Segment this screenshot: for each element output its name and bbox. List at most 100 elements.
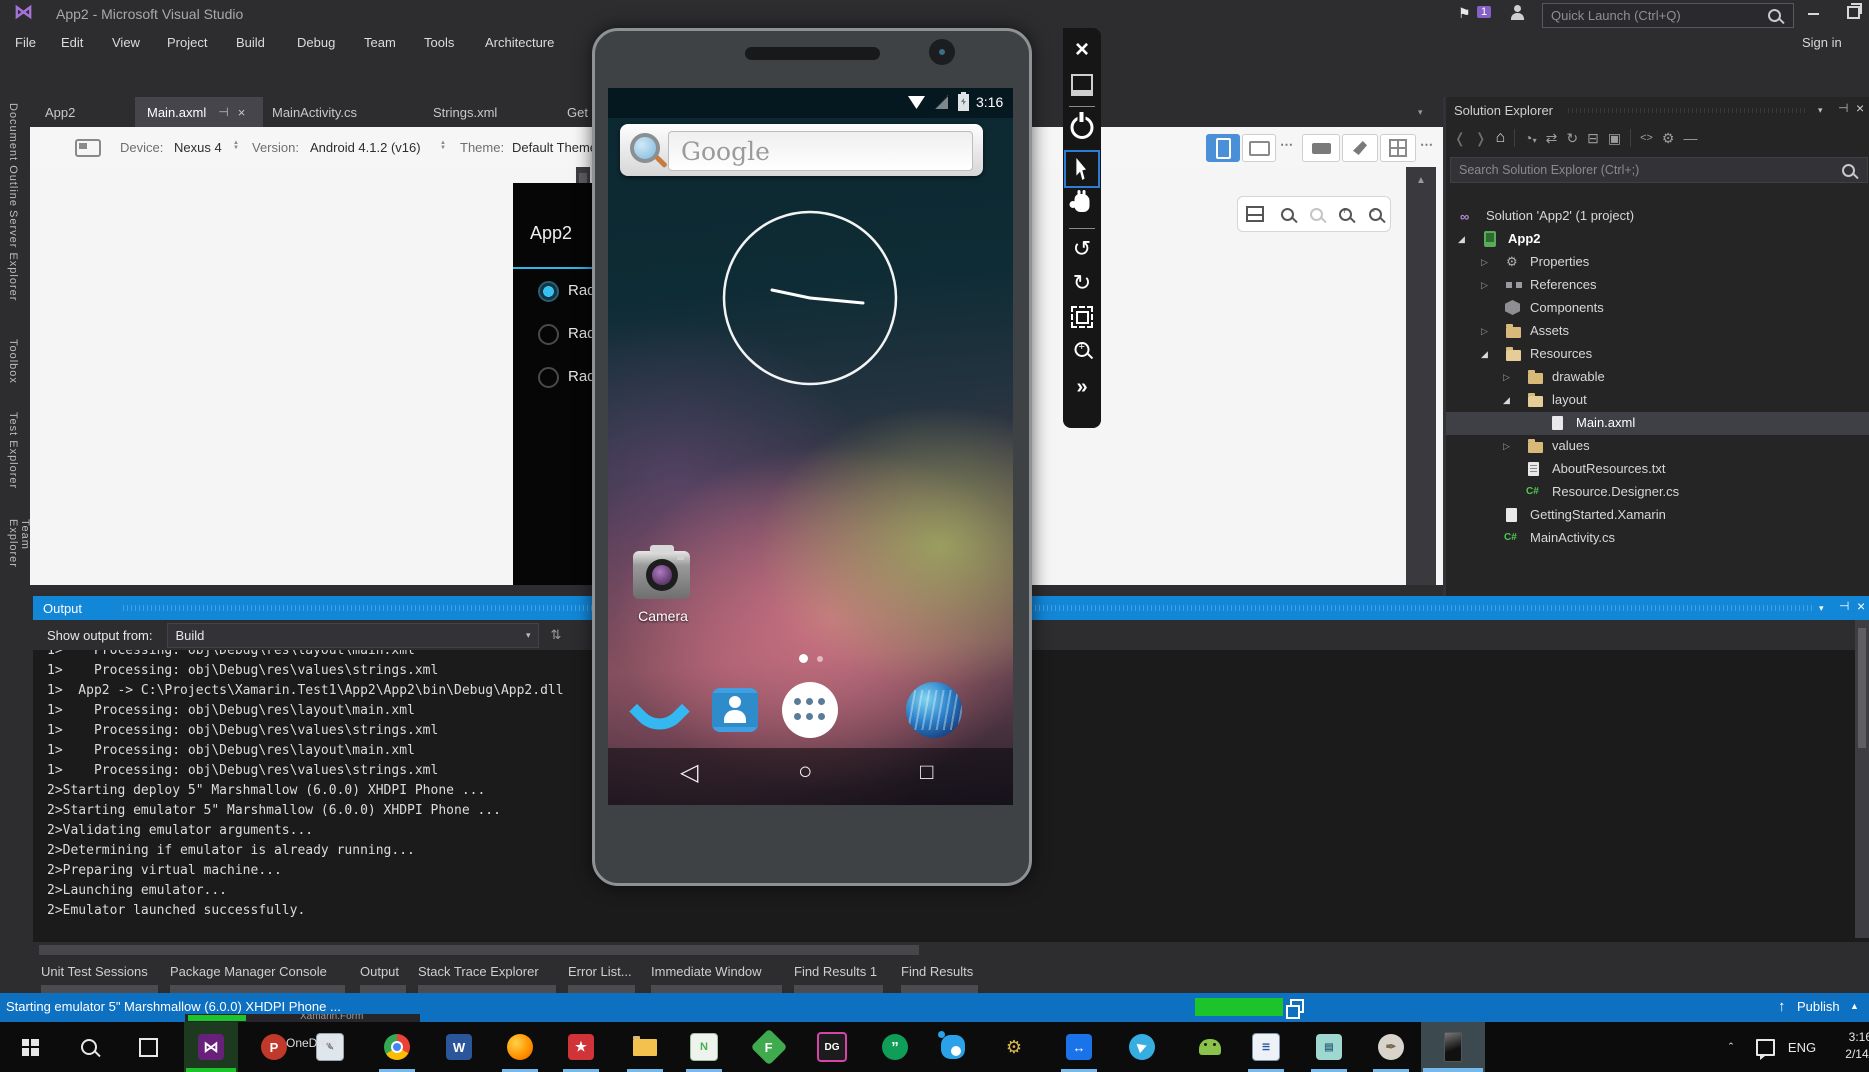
se-close-icon[interactable]: ×: [1856, 100, 1864, 116]
output-close-icon[interactable]: ×: [1857, 598, 1865, 614]
taskbar-datagrip[interactable]: DG: [810, 1022, 854, 1072]
tree-row-mainactivity[interactable]: C# MainActivity.cs: [1446, 527, 1869, 550]
app-drawer-icon[interactable]: [782, 682, 838, 738]
nav-home-button[interactable]: ○: [798, 758, 813, 786]
quick-launch-box[interactable]: Quick Launch (Ctrl+Q): [1542, 3, 1794, 28]
taskbar-telegram[interactable]: [1120, 1022, 1164, 1072]
taskbar-android-emulator-mgr[interactable]: [1188, 1022, 1232, 1072]
cascade-windows-icon[interactable]: [1290, 999, 1304, 1013]
radio-button-2-icon[interactable]: [538, 324, 559, 345]
tab-find-results-1[interactable]: Find Results 1: [794, 964, 877, 979]
menu-file[interactable]: File: [15, 28, 36, 56]
tab-overflow-caret-icon[interactable]: ▾: [1418, 107, 1423, 118]
se-collapse-all-icon[interactable]: ⊟: [1587, 130, 1599, 147]
output-menu-caret-icon[interactable]: ▾: [1819, 603, 1824, 614]
menu-architecture[interactable]: Architecture: [485, 28, 554, 56]
tree-row-assets[interactable]: ▷ Assets: [1446, 320, 1869, 343]
tab-main-axml[interactable]: Main.axml ⊣ ×: [135, 97, 263, 127]
se-home-icon[interactable]: ⌂: [1495, 129, 1505, 147]
emulator-cursor-tool[interactable]: [1064, 150, 1100, 188]
quick-launch-search-icon[interactable]: [1768, 9, 1781, 22]
tab-output[interactable]: Output: [360, 964, 399, 979]
taskbar-teamviewer[interactable]: ↔: [1057, 1022, 1101, 1072]
taskbar-build-tools[interactable]: ⚙: [992, 1022, 1036, 1072]
se-pending-changes-icon[interactable]: ◔▾: [1524, 130, 1536, 146]
se-show-all-files-icon[interactable]: ▣: [1608, 130, 1621, 147]
tray-language[interactable]: ENG: [1782, 1022, 1822, 1072]
se-view-code-icon[interactable]: <>: [1640, 132, 1653, 144]
tab-pin-icon[interactable]: ⊣: [218, 105, 228, 119]
camera-app-icon[interactable]: [633, 551, 690, 599]
taskbar-notepadpp[interactable]: N: [682, 1022, 726, 1072]
radio-button-3-icon[interactable]: [538, 367, 559, 388]
clear-output-icon[interactable]: ⇅: [551, 627, 562, 643]
tree-row-layout[interactable]: ◢ layout: [1446, 389, 1869, 412]
emulator-minimize-icon[interactable]: [1071, 74, 1093, 96]
landscape-view-button[interactable]: [1242, 134, 1276, 162]
tree-row-components[interactable]: Components: [1446, 297, 1869, 320]
taskbar-wunderlist[interactable]: ★: [559, 1022, 603, 1072]
tree-row-properties[interactable]: ▷ ⚙ Properties: [1446, 251, 1869, 274]
tree-row-gettingstarted[interactable]: GettingStarted.Xamarin: [1446, 504, 1869, 527]
tab-app2[interactable]: App2: [45, 97, 75, 127]
output-pin-icon[interactable]: ⊣: [1839, 599, 1849, 613]
tab-stack-trace-explorer[interactable]: Stack Trace Explorer: [418, 964, 539, 979]
split-view-icon[interactable]: [1246, 206, 1264, 222]
emulator-rotate-right-icon[interactable]: ↻: [1073, 270, 1091, 296]
output-source-combo[interactable]: Build ▾: [167, 623, 539, 648]
tree-row-aboutresources[interactable]: AboutResources.txt: [1446, 458, 1869, 481]
taskbar-chrome[interactable]: [375, 1022, 419, 1072]
menu-tools[interactable]: Tools: [424, 28, 454, 56]
se-switch-views-icon[interactable]: ⇄: [1546, 130, 1558, 147]
zoom-fit-icon[interactable]: [1281, 208, 1294, 221]
side-tab-team-explorer[interactable]: Team Explorer: [7, 519, 31, 596]
keyboard-view-button[interactable]: [1302, 134, 1340, 162]
tree-row-resource-designer[interactable]: C# Resource.Designer.cs: [1446, 481, 1869, 504]
tab-mainactivity-cs[interactable]: MainActivity.cs: [272, 97, 357, 127]
nav-back-button[interactable]: ◁: [680, 758, 698, 787]
taskbar-search-icon[interactable]: [67, 1022, 111, 1072]
clock-widget[interactable]: [710, 198, 910, 398]
emulator-close-icon[interactable]: ×: [1075, 36, 1089, 64]
taskbar-visual-studio[interactable]: ⋈: [184, 1022, 238, 1072]
menu-edit[interactable]: Edit: [61, 28, 83, 56]
se-properties-wrench-icon[interactable]: ⚙: [1662, 130, 1675, 147]
grid-view-button[interactable]: [1380, 134, 1416, 162]
radio-button-1-icon[interactable]: [538, 281, 559, 302]
side-tab-toolbox[interactable]: Toolbox: [7, 339, 19, 384]
tab-strings-xml[interactable]: Strings.xml: [433, 97, 497, 127]
output-vscrollbar[interactable]: [1855, 620, 1869, 938]
tab-error-list[interactable]: Error List...: [568, 964, 632, 979]
menu-view[interactable]: View: [112, 28, 140, 56]
notification-badge[interactable]: 1: [1477, 6, 1491, 18]
emulator-zoom-icon[interactable]: +: [1075, 342, 1090, 357]
grid-more-icon[interactable]: ⋯: [1420, 137, 1433, 153]
tree-row-main-axml[interactable]: Main.axml: [1446, 412, 1869, 435]
tree-row-resources[interactable]: ◢ Resources: [1446, 343, 1869, 366]
phone-app-icon[interactable]: [629, 681, 690, 742]
expand-arrow-icon[interactable]: ◢: [1458, 234, 1465, 245]
restore-button[interactable]: [1847, 6, 1860, 19]
start-button[interactable]: [8, 1022, 52, 1072]
side-tab-server-explorer[interactable]: Server Explorer: [7, 210, 19, 301]
nav-recents-button[interactable]: □: [920, 759, 933, 785]
taskbar-gimp[interactable]: ✒: [1369, 1022, 1413, 1072]
feedback-person-icon[interactable]: [1510, 4, 1526, 20]
menu-project[interactable]: Project: [167, 28, 207, 56]
taskbar-hyperv-servers[interactable]: ▤: [1307, 1022, 1351, 1072]
version-value[interactable]: Android 4.1.2 (v16): [310, 140, 421, 155]
tree-row-references[interactable]: ▷ References: [1446, 274, 1869, 297]
se-minimize-icon[interactable]: —: [1683, 130, 1697, 146]
menu-build[interactable]: Build: [236, 28, 265, 56]
solution-search-box[interactable]: Search Solution Explorer (Ctrl+;): [1450, 157, 1868, 183]
se-forward-icon[interactable]: ❭: [1475, 130, 1487, 147]
collapse-arrow-icon[interactable]: ▷: [1481, 326, 1488, 337]
taskbar-emulator-phone[interactable]: [1421, 1022, 1485, 1072]
emulator-power-icon[interactable]: [1071, 116, 1094, 139]
sign-in-link[interactable]: Sign in: [1802, 28, 1842, 56]
tree-row-solution[interactable]: ∞ Solution 'App2' (1 project): [1446, 205, 1869, 228]
solution-search-icon[interactable]: [1842, 164, 1855, 177]
collapse-arrow-icon[interactable]: ▷: [1481, 257, 1488, 268]
taskbar-f-diamond[interactable]: F: [747, 1022, 791, 1072]
google-search-field[interactable]: Google: [668, 131, 973, 171]
